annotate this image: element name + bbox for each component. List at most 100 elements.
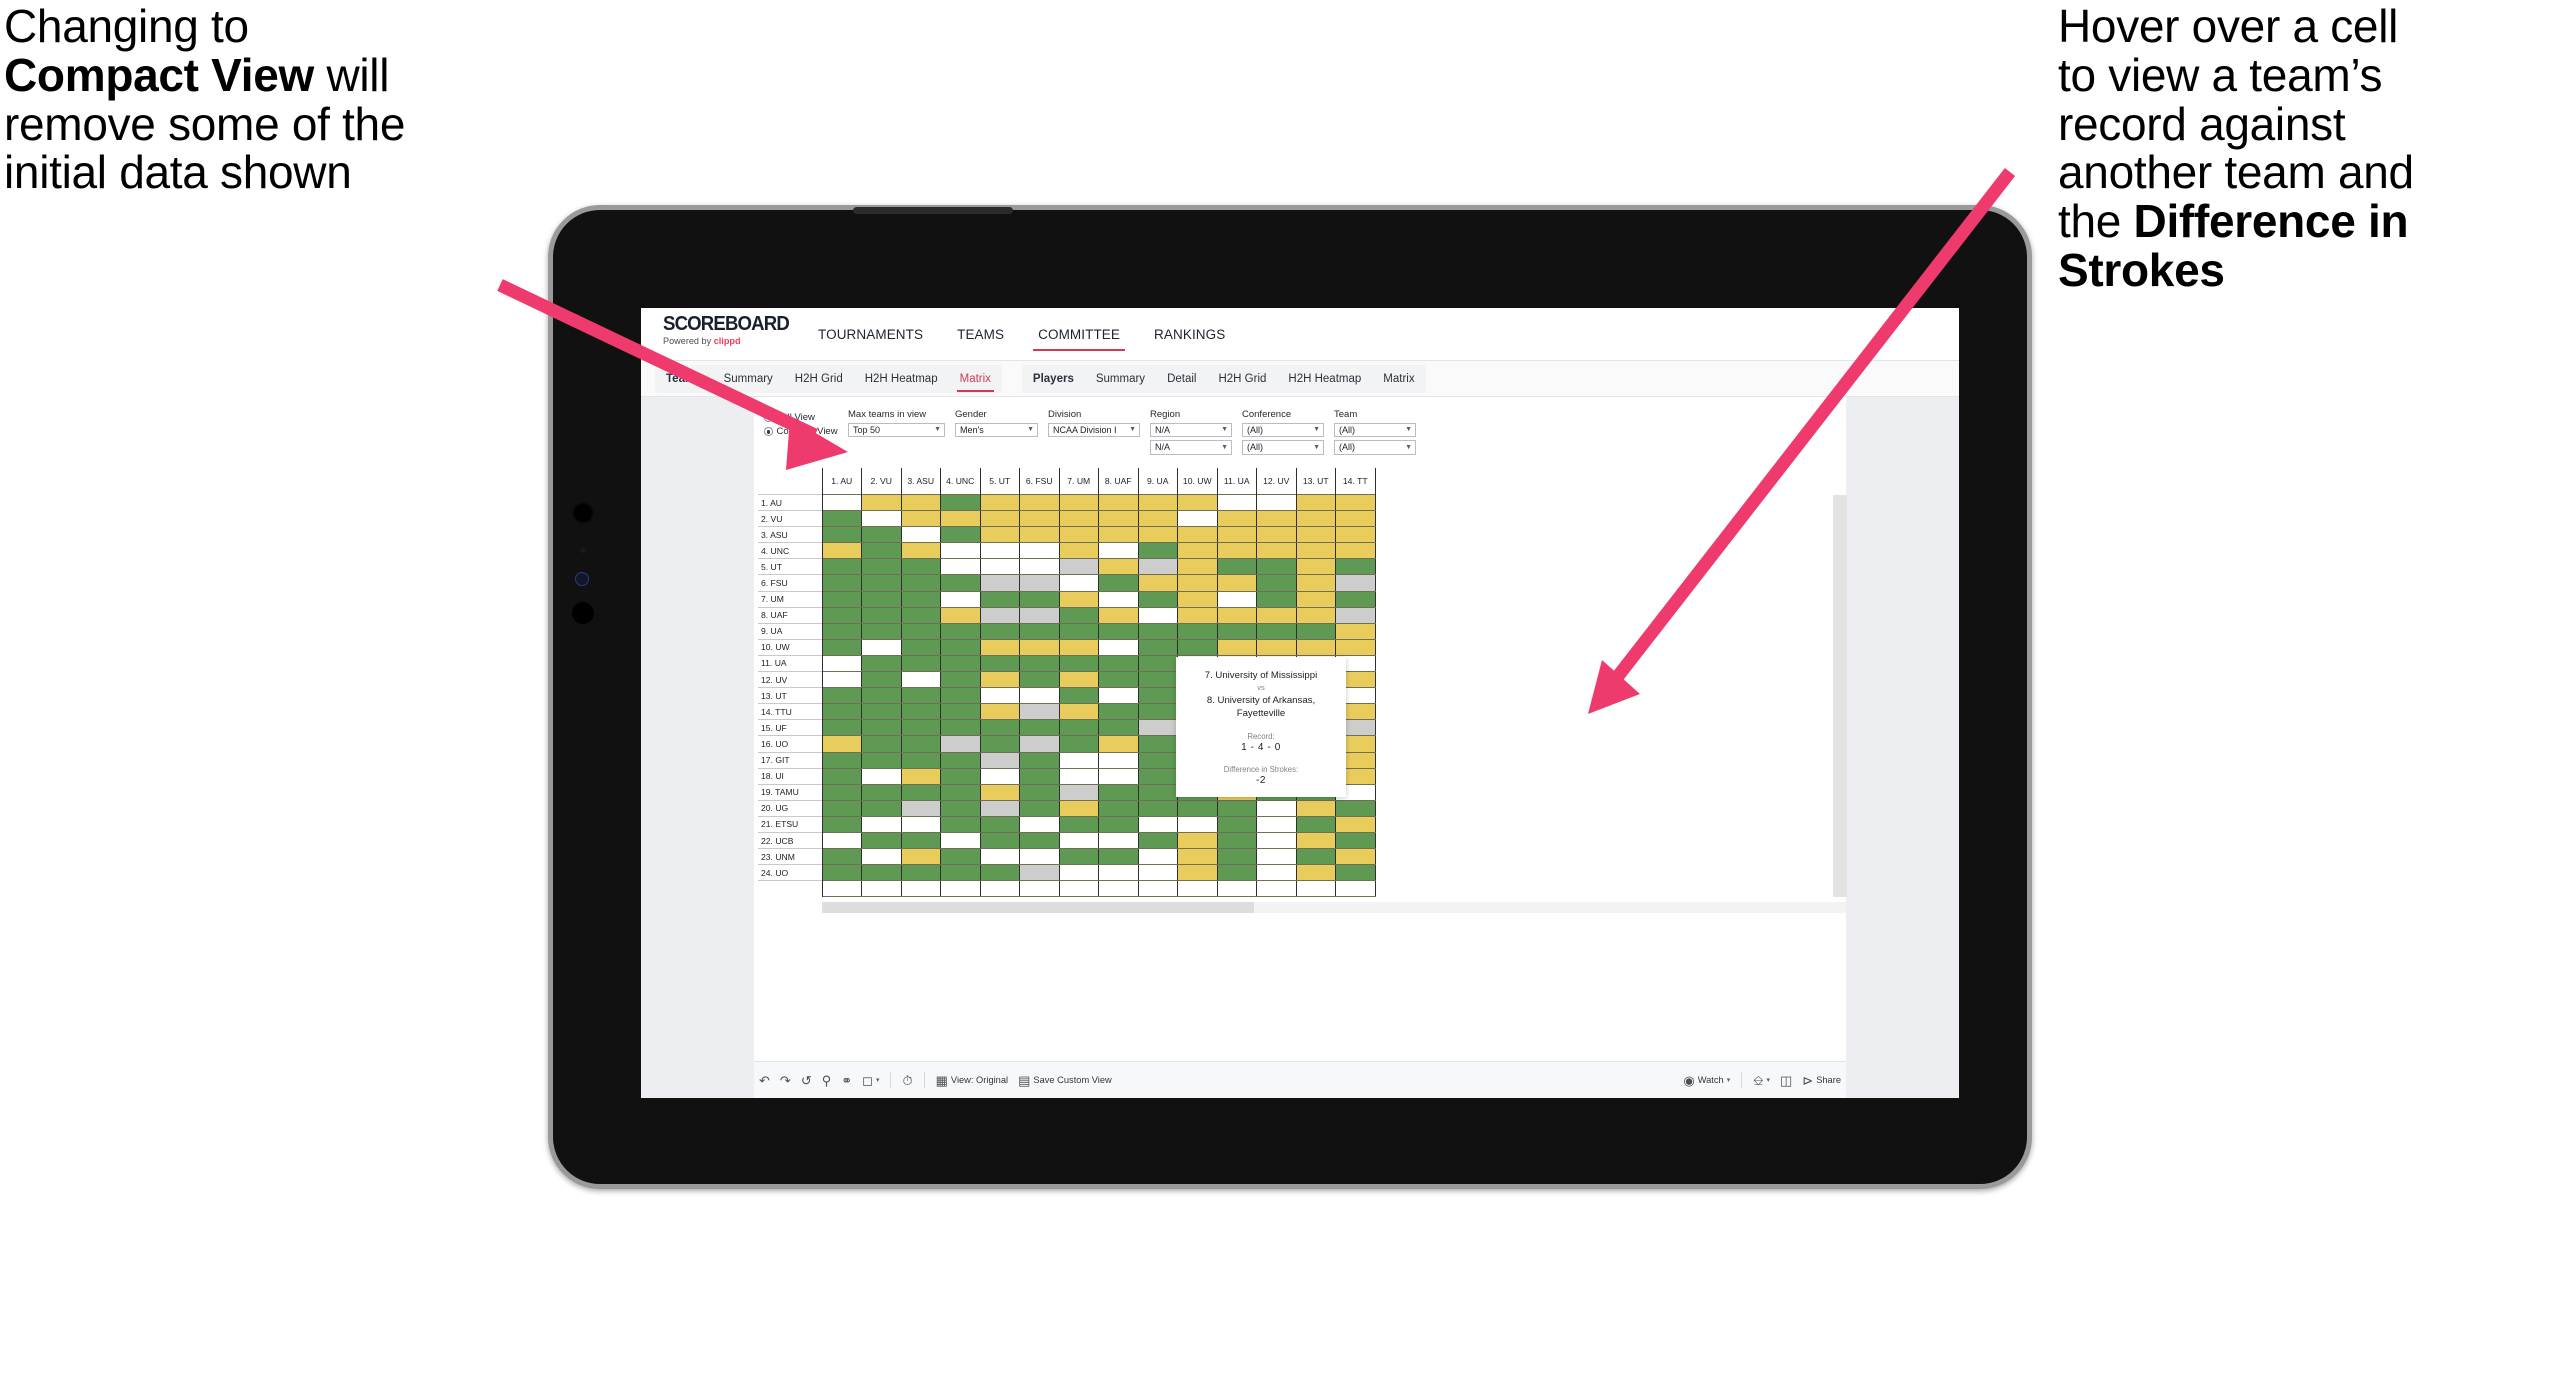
sub-nav-teams-h2h-heatmap[interactable]: H2H Heatmap [854, 365, 949, 393]
matrix-cell[interactable] [1098, 799, 1139, 817]
matrix-cell[interactable] [1019, 654, 1060, 673]
matrix-cell[interactable] [1058, 574, 1099, 592]
matrix-cell[interactable] [1216, 510, 1257, 528]
matrix-cell[interactable] [1256, 510, 1297, 528]
matrix-cell[interactable] [940, 751, 981, 769]
matrix-cell[interactable] [1019, 783, 1060, 801]
matrix-cell[interactable] [1216, 831, 1257, 850]
matrix-cell[interactable] [979, 493, 1020, 512]
matrix-cell[interactable] [1058, 848, 1099, 866]
matrix-cell[interactable] [940, 558, 981, 576]
matrix-cell[interactable] [821, 767, 862, 785]
matrix-cell[interactable] [900, 558, 941, 576]
matrix-cell[interactable] [1019, 510, 1060, 528]
matrix-cell[interactable] [900, 735, 941, 753]
matrix-cell[interactable] [821, 831, 862, 850]
matrix-cell[interactable] [1216, 815, 1257, 833]
matrix-cell[interactable] [979, 751, 1020, 769]
filter-gender-select[interactable]: Men's ▼ [955, 422, 1038, 437]
matrix-cell[interactable] [1177, 590, 1218, 608]
matrix-cell[interactable] [1137, 654, 1178, 673]
matrix-cell[interactable] [979, 848, 1020, 866]
matrix-cell[interactable] [1098, 558, 1139, 576]
matrix-cell[interactable] [821, 864, 862, 882]
matrix-cell[interactable] [861, 703, 902, 721]
matrix-cell[interactable] [1058, 783, 1099, 801]
radio-full-view[interactable]: Full View [764, 412, 848, 423]
matrix-cell[interactable] [1295, 864, 1336, 882]
matrix-cell[interactable] [940, 783, 981, 801]
matrix-cell[interactable] [1177, 799, 1218, 817]
matrix-cell[interactable] [821, 783, 862, 801]
matrix-cell[interactable] [821, 751, 862, 769]
matrix-cell[interactable] [1335, 526, 1376, 544]
matrix-cell[interactable] [1019, 638, 1060, 656]
matrix-cell[interactable] [1098, 510, 1139, 528]
matrix-cell[interactable] [1335, 864, 1376, 882]
matrix-cell[interactable] [900, 526, 941, 544]
matrix-cell[interactable] [1137, 703, 1178, 721]
matrix-cell[interactable] [1098, 542, 1139, 560]
share-button[interactable]: ⊳ Share [1797, 1074, 1846, 1087]
matrix-cell[interactable] [1335, 638, 1376, 656]
matrix-cell[interactable] [1256, 831, 1297, 850]
matrix-cell[interactable] [1058, 622, 1099, 640]
brand-logo[interactable]: SCOREBOARD Powered by clippd [641, 308, 790, 360]
matrix-cell[interactable] [861, 510, 902, 528]
matrix-cell[interactable] [1137, 831, 1178, 850]
matrix-cell[interactable] [1137, 606, 1178, 624]
matrix-cell[interactable] [900, 864, 941, 882]
matrix-cell[interactable] [1058, 751, 1099, 769]
matrix-cell[interactable] [1137, 751, 1178, 769]
matrix-cell[interactable] [900, 590, 941, 608]
matrix-cell[interactable] [1137, 622, 1178, 640]
matrix-cell[interactable] [979, 622, 1020, 640]
matrix-cell[interactable] [1019, 799, 1060, 817]
matrix-cell[interactable] [1256, 574, 1297, 592]
matrix-cell[interactable] [979, 654, 1020, 673]
matrix-cell[interactable] [1335, 622, 1376, 640]
matrix-cell[interactable] [979, 703, 1020, 721]
top-nav-committee[interactable]: COMMITTEE [1021, 308, 1137, 360]
undo-button[interactable]: ↶ [754, 1074, 775, 1087]
matrix-cell[interactable] [940, 526, 981, 544]
matrix-cell[interactable] [979, 831, 1020, 850]
matrix-cell[interactable] [1335, 831, 1376, 850]
matrix-cell[interactable] [1137, 799, 1178, 817]
matrix-cell[interactable] [821, 719, 862, 737]
matrix-cell[interactable] [1177, 622, 1218, 640]
matrix-cell[interactable] [1098, 703, 1139, 721]
matrix-cell[interactable] [1295, 558, 1336, 576]
matrix-cell[interactable] [1295, 606, 1336, 624]
matrix-cell[interactable] [861, 831, 902, 850]
matrix-cell[interactable] [900, 671, 941, 689]
matrix-cell[interactable] [1098, 831, 1139, 850]
matrix-cell[interactable] [1098, 767, 1139, 785]
sub-nav-teams-matrix[interactable]: Matrix [949, 365, 1002, 393]
matrix-cell[interactable] [940, 719, 981, 737]
matrix-cell[interactable] [1216, 799, 1257, 817]
matrix-cell[interactable] [861, 574, 902, 592]
matrix-cell[interactable] [1177, 815, 1218, 833]
matrix-cell[interactable] [1177, 574, 1218, 592]
matrix-cell[interactable] [979, 799, 1020, 817]
matrix-cell[interactable] [1295, 848, 1336, 866]
matrix-cell[interactable] [1295, 622, 1336, 640]
filter-region-select-2[interactable]: N/A ▼ [1150, 440, 1232, 455]
matrix-cell[interactable] [821, 558, 862, 576]
matrix-cell[interactable] [979, 542, 1020, 560]
revert-button[interactable]: ↺ [796, 1074, 817, 1087]
matrix-cell[interactable] [1019, 815, 1060, 833]
matrix-cell[interactable] [979, 590, 1020, 608]
matrix-cell[interactable] [979, 510, 1020, 528]
save-custom-view-button[interactable]: ▤ Save Custom View [1013, 1074, 1117, 1087]
matrix-cell[interactable] [1019, 703, 1060, 721]
matrix-cell[interactable] [1019, 493, 1060, 512]
matrix-cell[interactable] [900, 510, 941, 528]
matrix-cell[interactable] [1335, 510, 1376, 528]
matrix-cell[interactable] [1256, 848, 1297, 866]
matrix-cell[interactable] [979, 735, 1020, 753]
matrix-cell[interactable] [821, 590, 862, 608]
sub-nav-players-summary[interactable]: Summary [1085, 365, 1156, 393]
matrix-cell[interactable] [1058, 558, 1099, 576]
